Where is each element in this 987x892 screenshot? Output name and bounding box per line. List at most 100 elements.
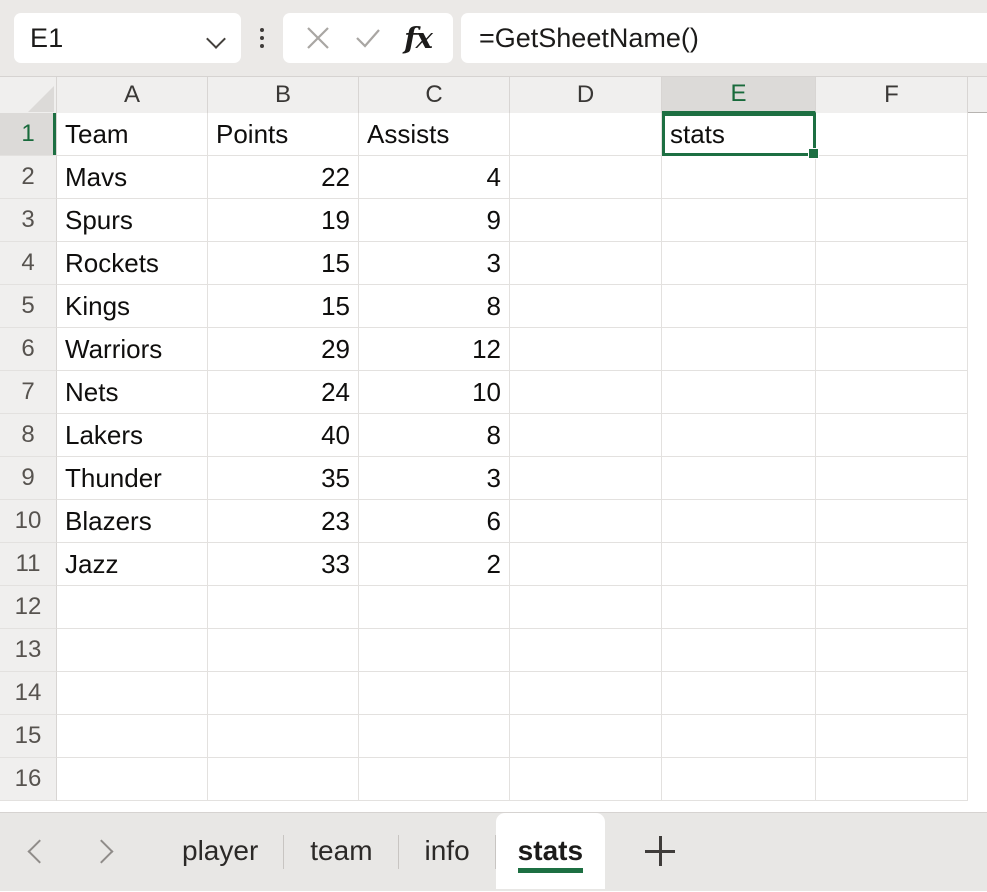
cell-F11[interactable] (816, 543, 968, 586)
cell-F10[interactable] (816, 500, 968, 543)
cell-E3[interactable] (662, 199, 816, 242)
cell-D12[interactable] (510, 586, 662, 629)
cell-C4[interactable]: 3 (359, 242, 510, 285)
cell-F7[interactable] (816, 371, 968, 414)
cell-A10[interactable]: Blazers (57, 500, 208, 543)
cell-D4[interactable] (510, 242, 662, 285)
cell-E15[interactable] (662, 715, 816, 758)
cell-D8[interactable] (510, 414, 662, 457)
row-header-1[interactable]: 1 (0, 113, 57, 156)
cell-E8[interactable] (662, 414, 816, 457)
cell-C1[interactable]: Assists (359, 113, 510, 156)
cell-B14[interactable] (208, 672, 359, 715)
cell-A11[interactable]: Jazz (57, 543, 208, 586)
row-header-16[interactable]: 16 (0, 758, 57, 801)
cell-F1[interactable] (816, 113, 968, 156)
cell-B5[interactable]: 15 (208, 285, 359, 328)
cell-D9[interactable] (510, 457, 662, 500)
cell-A4[interactable]: Rockets (57, 242, 208, 285)
cell-A16[interactable] (57, 758, 208, 801)
fx-icon[interactable]: fx (395, 15, 441, 61)
cell-A9[interactable]: Thunder (57, 457, 208, 500)
column-header-a[interactable]: A (57, 77, 208, 113)
cell-C12[interactable] (359, 586, 510, 629)
cell-C2[interactable]: 4 (359, 156, 510, 199)
cell-F8[interactable] (816, 414, 968, 457)
cell-A14[interactable] (57, 672, 208, 715)
sheet-tab-info[interactable]: info (399, 813, 496, 889)
row-header-9[interactable]: 9 (0, 457, 57, 500)
cell-F6[interactable] (816, 328, 968, 371)
cell-B11[interactable]: 33 (208, 543, 359, 586)
cell-B16[interactable] (208, 758, 359, 801)
column-header-b[interactable]: B (208, 77, 359, 113)
cell-E5[interactable] (662, 285, 816, 328)
row-header-2[interactable]: 2 (0, 156, 57, 199)
cell-B8[interactable]: 40 (208, 414, 359, 457)
column-header-d[interactable]: D (510, 77, 662, 113)
cell-C10[interactable]: 6 (359, 500, 510, 543)
cell-A6[interactable]: Warriors (57, 328, 208, 371)
cell-F5[interactable] (816, 285, 968, 328)
column-header-c[interactable]: C (359, 77, 510, 113)
chevron-down-icon[interactable] (207, 32, 227, 44)
cell-F12[interactable] (816, 586, 968, 629)
row-header-4[interactable]: 4 (0, 242, 57, 285)
cell-E4[interactable] (662, 242, 816, 285)
cell-D11[interactable] (510, 543, 662, 586)
row-header-7[interactable]: 7 (0, 371, 57, 414)
cell-D7[interactable] (510, 371, 662, 414)
cell-C9[interactable]: 3 (359, 457, 510, 500)
cell-D16[interactable] (510, 758, 662, 801)
cell-E7[interactable] (662, 371, 816, 414)
cell-D3[interactable] (510, 199, 662, 242)
cell-B4[interactable]: 15 (208, 242, 359, 285)
add-sheet-button[interactable] (605, 813, 715, 889)
row-header-3[interactable]: 3 (0, 199, 57, 242)
cell-E14[interactable] (662, 672, 816, 715)
cell-E13[interactable] (662, 629, 816, 672)
cell-B2[interactable]: 22 (208, 156, 359, 199)
checkmark-icon[interactable] (345, 15, 391, 61)
cell-A1[interactable]: Team (57, 113, 208, 156)
sheet-tab-stats[interactable]: stats (496, 813, 605, 889)
cell-F2[interactable] (816, 156, 968, 199)
cell-D13[interactable] (510, 629, 662, 672)
column-header-e[interactable]: E (662, 77, 816, 113)
cell-E16[interactable] (662, 758, 816, 801)
cell-E6[interactable] (662, 328, 816, 371)
cell-C5[interactable]: 8 (359, 285, 510, 328)
row-header-15[interactable]: 15 (0, 715, 57, 758)
cell-B7[interactable]: 24 (208, 371, 359, 414)
cell-D15[interactable] (510, 715, 662, 758)
cell-F15[interactable] (816, 715, 968, 758)
cell-A12[interactable] (57, 586, 208, 629)
chevron-left-icon[interactable] (26, 835, 52, 867)
row-header-12[interactable]: 12 (0, 586, 57, 629)
cell-C7[interactable]: 10 (359, 371, 510, 414)
cell-A8[interactable]: Lakers (57, 414, 208, 457)
cell-D5[interactable] (510, 285, 662, 328)
cell-E2[interactable] (662, 156, 816, 199)
cell-D1[interactable] (510, 113, 662, 156)
cell-A13[interactable] (57, 629, 208, 672)
row-header-5[interactable]: 5 (0, 285, 57, 328)
cell-D10[interactable] (510, 500, 662, 543)
row-header-6[interactable]: 6 (0, 328, 57, 371)
cell-F4[interactable] (816, 242, 968, 285)
name-box[interactable]: E1 (14, 13, 241, 63)
cell-C11[interactable]: 2 (359, 543, 510, 586)
cell-C13[interactable] (359, 629, 510, 672)
cell-E10[interactable] (662, 500, 816, 543)
cell-D2[interactable] (510, 156, 662, 199)
cell-A5[interactable]: Kings (57, 285, 208, 328)
cell-C6[interactable]: 12 (359, 328, 510, 371)
cell-F3[interactable] (816, 199, 968, 242)
cell-B12[interactable] (208, 586, 359, 629)
cell-B3[interactable]: 19 (208, 199, 359, 242)
more-options-icon[interactable] (247, 13, 277, 63)
formula-input[interactable]: =GetSheetName() (461, 13, 987, 63)
cell-B10[interactable]: 23 (208, 500, 359, 543)
row-header-14[interactable]: 14 (0, 672, 57, 715)
row-header-13[interactable]: 13 (0, 629, 57, 672)
